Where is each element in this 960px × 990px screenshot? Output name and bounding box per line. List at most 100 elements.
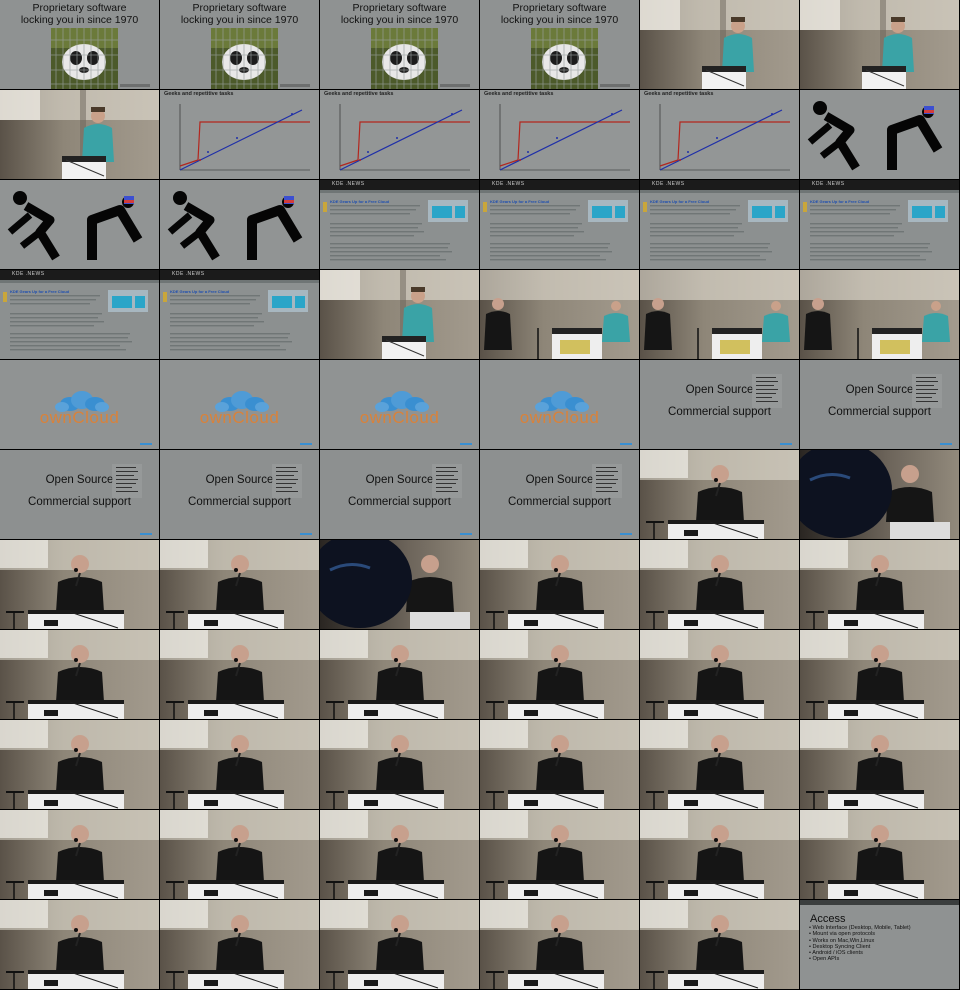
frame-speaker-bald-black-shirt — [0, 900, 159, 989]
geeks-chart — [659, 104, 790, 171]
frame-speaker-bald-black-shirt — [640, 540, 799, 629]
owncloud-wordmark: ownCloud — [199, 408, 280, 427]
frame-speaker-teal-shirt — [320, 270, 479, 359]
frame-speaker-bald-black-shirt — [160, 810, 319, 899]
contact-sheet-grid: Proprietary software locking you in sinc… — [0, 0, 960, 990]
context-menu-overlay — [272, 464, 312, 535]
frame-open-source-slide: Open Source Commercial support — [320, 450, 479, 539]
frame-speaker-bald-black-shirt — [160, 720, 319, 809]
caged-animal-photo — [51, 28, 150, 89]
speaker-photo — [480, 630, 639, 719]
kde-news-article-body — [480, 190, 639, 261]
frame-speaker-bald-black-shirt — [480, 630, 639, 719]
speaker-photo — [0, 720, 159, 809]
speaker-photo — [0, 90, 159, 179]
frame-speaker-bald-black-shirt — [480, 900, 639, 989]
frame-speaker-bald-black-shirt — [320, 810, 479, 899]
frame-owncloud-slide: ownCloud — [160, 360, 319, 449]
speaker-photo — [640, 900, 799, 989]
caged-animal-photo — [531, 28, 630, 89]
frame-panel-two-speakers — [800, 270, 959, 359]
frame-speaker-teal-shirt — [800, 0, 959, 89]
caged-animal-photo — [371, 28, 470, 89]
frame-speaker-bald-black-shirt — [320, 900, 479, 989]
frame-stick-figures-slide — [0, 180, 159, 269]
frame-speaker-bald-black-shirt — [0, 630, 159, 719]
kde-news-article-body — [160, 280, 319, 351]
speaker-photo — [480, 720, 639, 809]
frame-speaker-bald-black-shirt — [800, 720, 959, 809]
slide-title: Access — [810, 913, 846, 925]
frame-panel-two-speakers — [640, 270, 799, 359]
speaker-photo — [480, 540, 639, 629]
speaker-photo — [800, 630, 959, 719]
speaker-photo — [800, 720, 959, 809]
stick-figures-illustration — [807, 101, 943, 171]
speaker-photo — [160, 630, 319, 719]
speaker-photo — [320, 270, 479, 359]
frame-speaker-bald-black-shirt — [640, 450, 799, 539]
context-menu-overlay — [432, 464, 472, 535]
context-menu-overlay — [112, 464, 152, 535]
frame-speaker-bald-black-shirt — [320, 720, 479, 809]
frame-open-source-slide: Open Source Commercial support — [640, 360, 799, 449]
owncloud-cloud-logo-icon — [215, 391, 312, 445]
frame-kde-news-slide: KDE .NEWS KDE Gears Up for a Free Cloud — [640, 180, 799, 269]
frame-open-source-slide: Open Source Commercial support — [160, 450, 319, 539]
panel-photo — [480, 270, 639, 359]
frame-stick-figures-slide — [160, 180, 319, 269]
owncloud-cloud-logo-icon — [535, 391, 632, 445]
speaker-photo — [800, 0, 959, 89]
kde-news-article-body — [320, 190, 479, 261]
panel-photo — [800, 270, 959, 359]
frame-owncloud-slide: ownCloud — [0, 360, 159, 449]
owncloud-wordmark: ownCloud — [359, 408, 440, 427]
speaker-photo — [0, 630, 159, 719]
frame-speaker-bald-black-shirt — [800, 810, 959, 899]
owncloud-wordmark: ownCloud — [519, 408, 600, 427]
speaker-photo-occluded — [320, 540, 470, 629]
frame-speaker-teal-shirt — [0, 90, 159, 179]
speaker-photo — [480, 900, 639, 989]
speaker-photo — [320, 810, 479, 899]
kde-news-article-body — [640, 190, 799, 261]
stick-figures-illustration — [7, 191, 143, 261]
frame-speaker-bald-black-shirt — [320, 630, 479, 719]
frame-speaker-bald-black-shirt — [480, 540, 639, 629]
stick-figures-illustration — [167, 191, 303, 261]
frame-geeks-chart-slide: Geeks and repetitive tasks — [480, 90, 639, 179]
frame-speaker-bald-black-shirt — [160, 540, 319, 629]
frame-proprietary-slide: Proprietary software locking you in sinc… — [480, 0, 639, 89]
speaker-photo — [480, 810, 639, 899]
frame-speaker-teal-shirt — [640, 0, 799, 89]
frame-speaker-bald-black-shirt — [800, 540, 959, 629]
geeks-chart — [499, 104, 630, 171]
speaker-photo — [160, 540, 319, 629]
speaker-photo — [640, 540, 799, 629]
frame-open-source-slide: Open Source Commercial support — [480, 450, 639, 539]
access-feature-list: Web Interface (Desktop, Mobile, Tablet) … — [809, 925, 911, 963]
frame-speaker-bald-black-shirt — [160, 630, 319, 719]
speaker-photo — [160, 900, 319, 989]
frame-panel-two-speakers — [480, 270, 639, 359]
frame-proprietary-slide: Proprietary software locking you in sinc… — [320, 0, 479, 89]
speaker-photo — [0, 810, 159, 899]
list-item: Open APIs — [809, 956, 911, 962]
frame-speaker-bald-black-shirt — [640, 810, 799, 899]
frame-kde-news-slide: KDE .NEWS KDE Gears Up for a Free Cloud — [320, 180, 479, 269]
speaker-photo — [0, 540, 159, 629]
caged-animal-photo — [211, 28, 310, 89]
owncloud-cloud-logo-icon — [375, 391, 472, 445]
speaker-photo — [320, 630, 479, 719]
kde-news-article-body — [0, 280, 159, 351]
geeks-chart — [179, 104, 310, 171]
frame-geeks-chart-slide: Geeks and repetitive tasks — [160, 90, 319, 179]
speaker-photo — [800, 810, 959, 899]
speaker-photo — [0, 900, 159, 989]
frame-speaker-bald-black-shirt — [0, 720, 159, 809]
frame-speaker-bald-black-shirt — [480, 810, 639, 899]
owncloud-cloud-logo-icon — [55, 391, 152, 445]
frame-kde-news-slide: KDE .NEWS KDE Gears Up for a Free Cloud — [800, 180, 959, 269]
frame-speaker-bald-black-shirt — [0, 540, 159, 629]
speaker-photo — [640, 630, 799, 719]
